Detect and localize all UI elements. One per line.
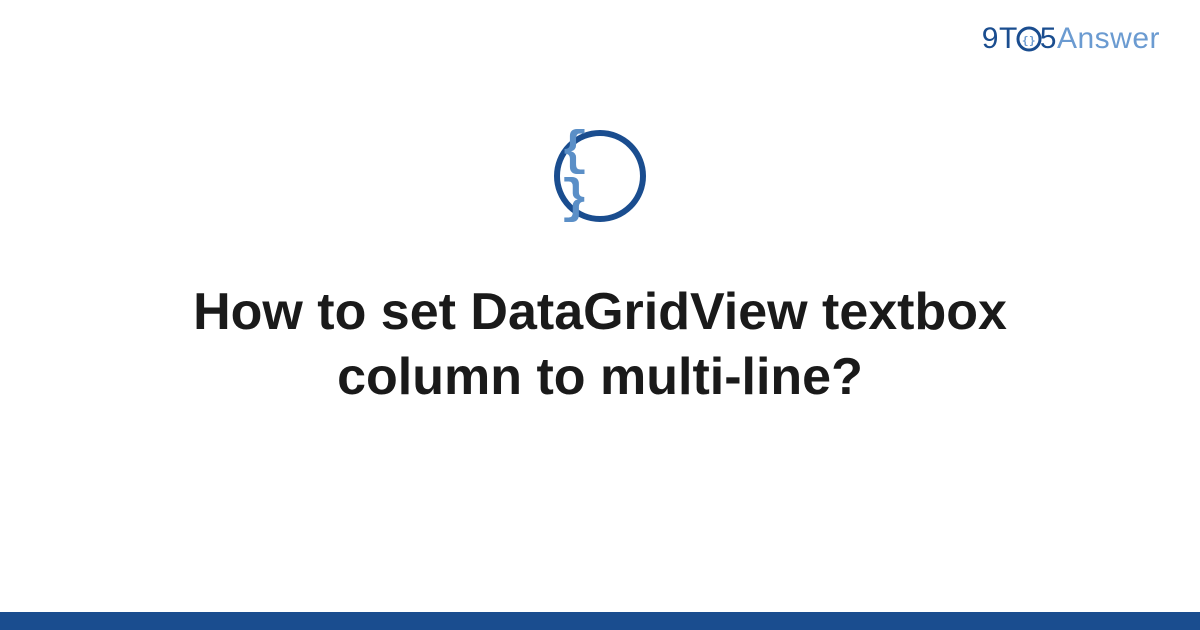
question-title: How to set DataGridView textbox column t… bbox=[100, 280, 1100, 410]
code-icon: { } bbox=[554, 130, 646, 222]
site-logo[interactable]: 9T{}5Answer bbox=[982, 22, 1160, 56]
braces-icon: { } bbox=[560, 128, 640, 224]
logo-answer: Answer bbox=[1057, 22, 1160, 55]
logo-five: 5 bbox=[1040, 22, 1057, 55]
footer-bar bbox=[0, 612, 1200, 630]
main-content: { } How to set DataGridView textbox colu… bbox=[0, 130, 1200, 410]
svg-text:{}: {} bbox=[1022, 34, 1036, 47]
logo-o-icon: {} bbox=[1016, 26, 1042, 52]
logo-nine: 9 bbox=[982, 22, 999, 55]
